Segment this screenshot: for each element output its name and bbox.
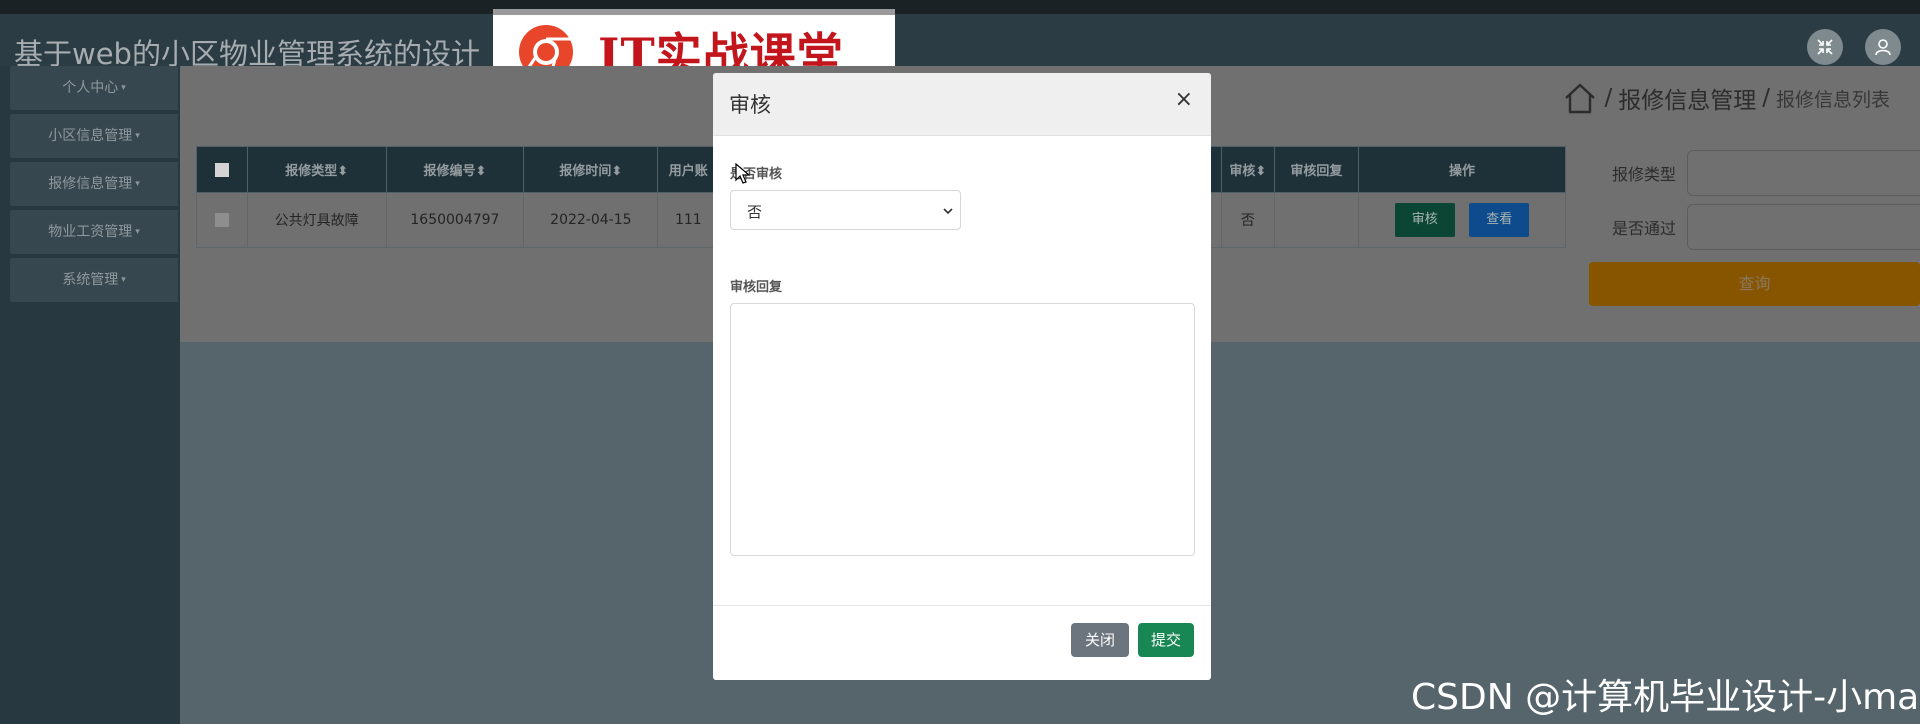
filter-select-pass[interactable] (1687, 204, 1920, 250)
sidebar-item-personal-center[interactable]: 个人中心 ▾ (10, 66, 178, 110)
submit-button[interactable]: 提交 (1138, 623, 1194, 657)
row-checkbox-cell[interactable] (196, 192, 248, 248)
column-header-code[interactable]: 报修编号⬍ (385, 146, 525, 193)
column-header-user[interactable]: 用户账 (657, 146, 720, 193)
breadcrumb-separator: / (1604, 85, 1613, 111)
reply-textarea[interactable] (730, 303, 1195, 556)
close-button[interactable]: 关闭 (1071, 623, 1129, 657)
cell-actions: 审核 查看 (1358, 192, 1566, 248)
fullscreen-exit-icon[interactable] (1807, 29, 1843, 65)
modal-title: 审核 (729, 93, 771, 117)
column-header-reply: 审核回复 (1273, 146, 1360, 193)
csdn-watermark: CSDN @计算机毕业设计-小ma (1411, 677, 1920, 718)
cell-code: 1650004797 (385, 192, 525, 248)
sidebar-item-label: 系统管理 (62, 272, 119, 288)
audit-modal: 审核 × 是否审核 否 审核回复 关闭 提交 (713, 73, 1211, 680)
caret-down-icon: ▾ (121, 83, 126, 93)
window-top-strip (0, 0, 1920, 14)
sidebar: 个人中心 ▾ 小区信息管理 ▾ 报修信息管理 ▾ 物业工资管理 ▾ 系统管理 ▾ (0, 66, 180, 724)
column-header-time[interactable]: 报修时间⬍ (523, 146, 659, 193)
sidebar-item-community-info[interactable]: 小区信息管理 ▾ (10, 114, 178, 158)
sidebar-item-system[interactable]: 系统管理 ▾ (10, 258, 178, 302)
sidebar-item-label: 小区信息管理 (48, 128, 133, 144)
caret-down-icon: ▾ (135, 179, 140, 189)
filter-label-pass: 是否通过 (1612, 219, 1677, 238)
sidebar-item-label: 物业工资管理 (48, 224, 133, 240)
modal-footer (713, 605, 1211, 606)
sidebar-item-repair-info[interactable]: 报修信息管理 ▾ (10, 162, 178, 206)
cell-audit: 否 (1220, 192, 1275, 248)
caret-down-icon: ▾ (135, 131, 140, 141)
breadcrumb-page: 报修信息列表 (1775, 88, 1890, 111)
query-button[interactable]: 查询 (1589, 262, 1920, 306)
sidebar-item-salary[interactable]: 物业工资管理 ▾ (10, 210, 178, 254)
breadcrumb-separator: / (1762, 85, 1770, 111)
caret-down-icon: ▾ (135, 227, 140, 237)
top-navbar: 基于web的小区物业管理系统的设计 (0, 14, 1920, 71)
user-icon[interactable] (1865, 29, 1901, 65)
breadcrumb: / 报修信息管理 / 报修信息列表 (1562, 80, 1890, 116)
cell-reply (1273, 192, 1360, 248)
select-all-checkbox[interactable] (214, 162, 229, 177)
select-all-header[interactable] (196, 146, 248, 193)
view-button[interactable]: 查看 (1469, 203, 1530, 237)
column-header-type[interactable]: 报修类型⬍ (246, 146, 387, 193)
modal-header: 审核 × (713, 73, 1211, 136)
column-header-audit[interactable]: 审核⬍ (1220, 146, 1275, 193)
reply-field-label: 审核回复 (730, 280, 783, 295)
audit-select-value: 否 (747, 203, 763, 221)
home-icon[interactable] (1562, 80, 1598, 116)
filter-label-type: 报修类型 (1612, 165, 1677, 184)
close-icon[interactable]: × (1175, 87, 1193, 112)
column-header-actions: 操作 (1358, 146, 1566, 193)
filter-select-type[interactable] (1687, 150, 1920, 196)
audit-button[interactable]: 审核 (1394, 203, 1455, 237)
chevron-down-icon (943, 208, 953, 215)
cell-type: 公共灯具故障 (246, 192, 387, 248)
breadcrumb-section[interactable]: 报修信息管理 (1618, 81, 1756, 115)
sidebar-item-label: 报修信息管理 (48, 176, 133, 192)
audit-select[interactable]: 否 (730, 190, 961, 230)
mouse-cursor-icon (735, 163, 751, 184)
row-checkbox[interactable] (214, 213, 229, 227)
cell-user: 111 (657, 192, 720, 248)
cell-time: 2022-04-15 (523, 192, 659, 248)
sidebar-item-label: 个人中心 (62, 80, 119, 96)
caret-down-icon: ▾ (121, 275, 126, 285)
